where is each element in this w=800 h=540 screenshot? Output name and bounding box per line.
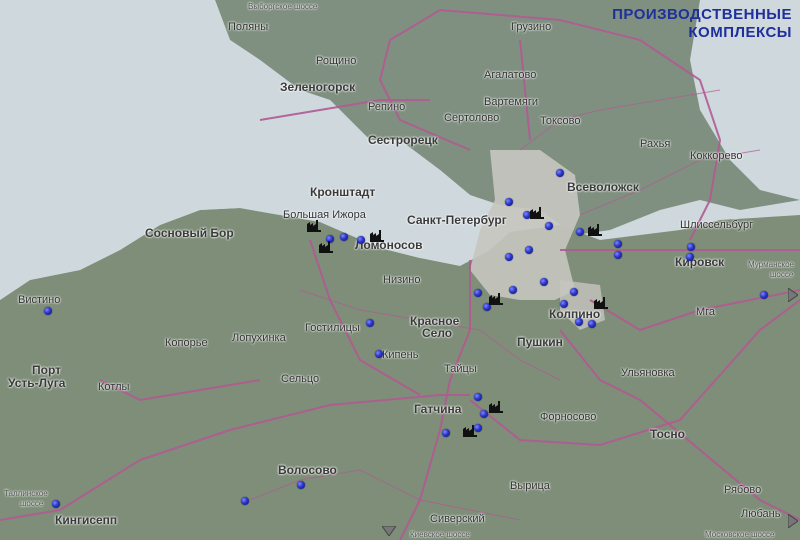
label-moskovskoe: Московское шоссе — [705, 530, 775, 539]
facility-marker[interactable] — [505, 198, 513, 206]
title-line-2: КОМПЛЕКСЫ — [688, 24, 792, 41]
label-repino: Репино — [368, 101, 406, 113]
facility-marker[interactable] — [297, 481, 305, 489]
facility-marker[interactable] — [44, 307, 52, 315]
facility-marker[interactable] — [686, 253, 694, 261]
facility-marker[interactable] — [474, 393, 482, 401]
label-gatchina: Гатчина — [414, 402, 462, 416]
label-vyritsa: Вырица — [510, 480, 550, 492]
facility-marker[interactable] — [340, 233, 348, 241]
facility-marker[interactable] — [52, 500, 60, 508]
label-sertolovo: Сертолово — [444, 112, 500, 124]
label-gruzino: Грузино — [511, 21, 552, 33]
facility-marker[interactable] — [560, 300, 568, 308]
label-ust-luga: Усть-Луга — [8, 376, 66, 390]
label-kokkorevo: Коккорево — [690, 150, 743, 162]
label-volosovo: Волосово — [278, 463, 337, 477]
label-kingisepp: Кингисепп — [55, 513, 118, 527]
label-ryabovo: Рябово — [724, 484, 762, 496]
facility-marker[interactable] — [540, 278, 548, 286]
label-taitsy: Тайцы — [444, 363, 477, 375]
factory-icon[interactable] — [488, 399, 504, 413]
title-line-1: ПРОИЗВОДСТВЕННЫЕ — [612, 6, 792, 23]
label-kronshtadt: Кронштадт — [310, 185, 376, 199]
label-siversky: Сиверский — [430, 513, 485, 525]
facility-marker[interactable] — [575, 318, 583, 326]
label-toksovo: Токсово — [540, 115, 581, 127]
facility-marker[interactable] — [474, 289, 482, 297]
factory-icon[interactable] — [306, 218, 322, 232]
label-lomonosov: Ломоносов — [355, 238, 423, 252]
facility-marker[interactable] — [241, 497, 249, 505]
label-tosno: Тосно — [650, 427, 685, 441]
label-fornosovo: Форносово — [540, 411, 597, 423]
facility-marker[interactable] — [375, 350, 383, 358]
label-roschino: Рощино — [316, 55, 357, 67]
factory-icon[interactable] — [462, 423, 478, 437]
factory-icon[interactable] — [488, 291, 504, 305]
map-canvas[interactable] — [0, 0, 800, 540]
facility-marker[interactable] — [525, 246, 533, 254]
facility-marker[interactable] — [545, 222, 553, 230]
label-sestroretsk: Сестрорецк — [368, 133, 438, 147]
factory-icon[interactable] — [318, 239, 334, 253]
label-zelenogorsk: Зеленогорск — [280, 80, 356, 94]
label-shlisselburg: Шлиссельбург — [680, 219, 754, 231]
label-murmanskoe-shosse: шоссе — [770, 270, 794, 279]
label-kirovsk: Кировск — [675, 255, 725, 269]
facility-marker[interactable] — [366, 319, 374, 327]
label-vyborgskoe: Выборгское шоссе — [248, 2, 318, 11]
facility-marker[interactable] — [588, 320, 596, 328]
label-spb: Санкт-Петербург — [407, 213, 507, 227]
facility-marker[interactable] — [576, 228, 584, 236]
label-krasnoe-2: Село — [422, 326, 453, 340]
arrow-right-icon[interactable] — [788, 514, 798, 528]
label-kipen: Кипень — [382, 349, 419, 361]
label-lopukhinka: Лопухинка — [232, 332, 286, 344]
label-lyuban: Любань — [741, 508, 781, 520]
facility-marker[interactable] — [614, 251, 622, 259]
label-ulyanovka: Ульяновка — [621, 367, 675, 379]
facility-marker[interactable] — [509, 286, 517, 294]
label-polyany: Поляны — [228, 21, 269, 33]
map-title: ПРОИЗВОДСТВЕННЫЕ КОМПЛЕКСЫ — [612, 6, 792, 42]
label-vsevolozhsk: Всеволожск — [567, 180, 639, 194]
label-vartemyagi: Вартемяги — [484, 96, 539, 108]
arrow-down-icon[interactable] — [382, 526, 396, 536]
factory-icon[interactable] — [369, 228, 385, 242]
factory-icon[interactable] — [587, 222, 603, 236]
facility-marker[interactable] — [442, 429, 450, 437]
label-kolpino: Колпино — [549, 307, 601, 321]
label-murmanskoe: Мурманское — [748, 260, 794, 269]
label-agalatovo: Агалатово — [484, 69, 537, 81]
label-kievskoe: Киевское шоссе — [410, 530, 470, 539]
label-gostilitsy: Гостилицы — [305, 322, 360, 334]
label-rakhya: Рахья — [640, 138, 671, 150]
facility-marker[interactable] — [505, 253, 513, 261]
facility-marker[interactable] — [480, 410, 488, 418]
label-koporye: Копорье — [165, 337, 208, 349]
facility-marker[interactable] — [614, 240, 622, 248]
facility-marker[interactable] — [760, 291, 768, 299]
label-bolshaya-izhora: Большая Ижора — [283, 209, 366, 221]
label-port: Порт — [32, 363, 62, 377]
factory-icon[interactable] — [529, 205, 545, 219]
label-tallinskoe: Таллинское — [4, 489, 48, 498]
facility-marker[interactable] — [357, 236, 365, 244]
arrow-right-icon[interactable] — [788, 288, 798, 302]
label-pushkin: Пушкин — [517, 335, 563, 349]
factory-icon[interactable] — [593, 295, 609, 309]
label-mga: Мга — [696, 306, 716, 318]
label-vistino: Вистино — [18, 294, 61, 306]
label-kotly: Котлы — [98, 381, 130, 393]
label-nizino: Низино — [383, 274, 421, 286]
label-sosnovy-bor: Сосновый Бор — [145, 226, 234, 240]
facility-marker[interactable] — [570, 288, 578, 296]
label-selco: Сельцо — [281, 373, 320, 385]
facility-marker[interactable] — [687, 243, 695, 251]
label-tallinskoe-shosse: шоссе — [20, 499, 44, 508]
facility-marker[interactable] — [556, 169, 564, 177]
